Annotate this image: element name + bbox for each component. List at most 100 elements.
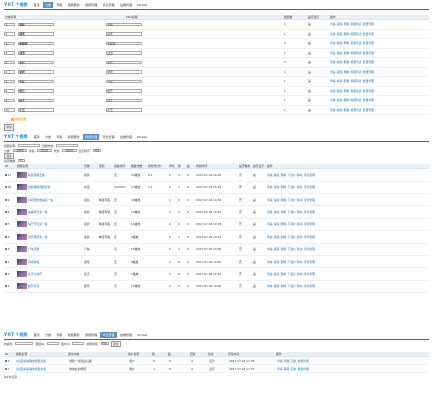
nav-tab[interactable]: 视频服务 xyxy=(66,332,82,337)
category-action-link[interactable]: 批量管理 xyxy=(363,41,374,45)
submit-button[interactable]: 提交 xyxy=(4,124,15,131)
video-action-link[interactable]: 移动 xyxy=(297,260,303,264)
category-title-input[interactable]: 音乐 xyxy=(106,60,142,64)
nav-tab[interactable]: 评论管理 xyxy=(100,332,117,338)
category-order-input[interactable]: 2 xyxy=(4,32,15,36)
video-action-link[interactable]: 查看 xyxy=(267,272,273,276)
user-id-input[interactable] xyxy=(72,341,85,346)
video-action-link[interactable]: 评论管理 xyxy=(304,247,315,251)
video-action-link[interactable]: 下载片 xyxy=(287,222,295,226)
video-action-link[interactable]: 删除 xyxy=(281,185,287,189)
nav-tab[interactable]: 后端管理 xyxy=(118,2,134,7)
video-action-link[interactable]: 移动 xyxy=(297,284,303,288)
category-order-input[interactable]: 10 xyxy=(4,108,15,112)
video-action-link[interactable]: 删除 xyxy=(281,272,287,276)
nav-tab[interactable]: 专辑 xyxy=(54,2,64,7)
category-name-input[interactable]: 音乐 xyxy=(18,60,54,64)
video-action-link[interactable]: 评论管理 xyxy=(304,284,315,288)
category-action-link[interactable]: 视频列表 xyxy=(350,32,361,36)
video-action-link[interactable]: 下载片 xyxy=(287,185,295,189)
add-category-link[interactable]: 添加分类 xyxy=(15,117,27,121)
content-input[interactable] xyxy=(15,341,34,346)
video-action-link[interactable]: 编辑 xyxy=(274,173,280,177)
nav-tab[interactable]: Mobile xyxy=(135,134,149,139)
category-title-input[interactable]: 汽车 xyxy=(106,79,142,83)
video-action-link[interactable]: 编辑 xyxy=(274,210,280,214)
video-action-link[interactable]: 移动 xyxy=(297,185,303,189)
video-action-link[interactable]: 编辑 xyxy=(274,198,280,202)
video-action-link[interactable]: 评论管理 xyxy=(304,222,315,226)
category-action-link[interactable]: 批量管理 xyxy=(363,98,374,102)
category-action-link[interactable]: 视频列表 xyxy=(350,70,361,74)
video-name-link[interactable]: 音乐现场第一集 xyxy=(28,235,48,239)
video-name-link[interactable]: 最美风景第一集 xyxy=(28,210,48,214)
category-action-link[interactable]: 视频列表 xyxy=(350,89,361,93)
category-title-input[interactable]: 影视剧 xyxy=(106,41,142,45)
video-action-link[interactable]: 下载片 xyxy=(287,235,295,239)
category-name-input[interactable]: 汽车 xyxy=(18,79,54,83)
video-action-link[interactable]: 编辑 xyxy=(274,235,280,239)
category-action-link[interactable]: 删除 xyxy=(344,32,350,36)
video-action-link[interactable]: 查看 xyxy=(267,185,273,189)
category-action-link[interactable]: 查看 xyxy=(330,108,336,112)
category-action-link[interactable]: 删除 xyxy=(344,60,350,64)
nav-tab[interactable]: Mobile xyxy=(135,332,149,337)
category-title-input[interactable]: 动漫 xyxy=(106,51,142,55)
category-action-link[interactable]: 删除 xyxy=(344,98,350,102)
video-action-link[interactable]: 评论管理 xyxy=(304,198,315,202)
video-action-link[interactable]: 查看 xyxy=(267,210,273,214)
category-action-link[interactable]: 删除 xyxy=(344,89,350,93)
category-title-input[interactable]: 综艺 xyxy=(106,98,142,102)
nav-tab[interactable]: 评论管理 xyxy=(100,2,116,7)
category-action-link[interactable]: 查看 xyxy=(330,79,336,83)
video-name-link[interactable]: 综艺节目第一集 xyxy=(28,222,48,226)
category-action-link[interactable]: 查看 xyxy=(330,89,336,93)
video-action-link[interactable]: 移动 xyxy=(297,210,303,214)
sort-select[interactable]: 时间 xyxy=(100,341,109,346)
video-name-link[interactable]: 加菲猫的视频合集 xyxy=(28,185,50,189)
video-action-link[interactable]: 删除 xyxy=(281,222,287,226)
video-action-link[interactable]: 移动 xyxy=(297,173,303,177)
category-name-input[interactable]: 搞笑 xyxy=(18,32,54,36)
video-action-link[interactable]: 删除 xyxy=(281,235,287,239)
video-action-link[interactable]: 删除 xyxy=(281,260,287,264)
video-action-link[interactable]: 查看 xyxy=(267,173,273,177)
video-action-link[interactable]: 删除 xyxy=(281,284,287,288)
category-action-link[interactable]: 删除 xyxy=(344,51,350,55)
comment-action-link[interactable]: 删除 xyxy=(284,359,290,363)
category-action-link[interactable]: 视频列表 xyxy=(350,98,361,102)
video-action-link[interactable]: 下载片 xyxy=(287,198,295,202)
category-action-link[interactable]: 编辑 xyxy=(337,32,343,36)
category-order-input[interactable]: 8 xyxy=(4,89,15,93)
video-action-link[interactable]: 移动 xyxy=(297,222,303,226)
category-order-input[interactable]: 6 xyxy=(4,70,15,74)
category-action-link[interactable]: 批量管理 xyxy=(363,108,374,112)
nav-tab[interactable]: Mobile xyxy=(135,2,149,7)
nav-tab[interactable]: 分类 xyxy=(43,134,53,139)
video-action-link[interactable]: 编辑 xyxy=(274,284,280,288)
comment-search-button[interactable]: 搜索 xyxy=(110,340,121,347)
video-action-link[interactable]: 删除 xyxy=(281,198,287,202)
category-action-link[interactable]: 批量管理 xyxy=(363,32,374,36)
comment-action-link[interactable]: 查看 xyxy=(277,367,283,371)
comment-video-link[interactable]: [动漫]加菲猫的视频合集 xyxy=(16,359,68,363)
nav-tab[interactable]: 评论管理 xyxy=(100,134,116,139)
category-name-input[interactable]: 影视剧 xyxy=(18,41,54,45)
type-select[interactable]: --请选择-- xyxy=(12,148,27,153)
video-name-link[interactable]: 新闻里的故事第一集 xyxy=(28,198,53,202)
video-action-link[interactable]: 下载片 xyxy=(287,173,295,177)
video-action-link[interactable]: 下载片 xyxy=(287,260,295,264)
category-name-input[interactable]: 娱乐 xyxy=(18,89,54,93)
category-action-link[interactable]: 查看 xyxy=(330,70,336,74)
video-action-link[interactable]: 评论管理 xyxy=(304,210,315,214)
category-action-link[interactable]: 编辑 xyxy=(337,89,343,93)
category-action-link[interactable]: 编辑 xyxy=(337,41,343,45)
video-action-link[interactable]: 编辑 xyxy=(274,185,280,189)
category-order-input[interactable]: 1 xyxy=(4,22,15,26)
category-action-link[interactable]: 查看 xyxy=(330,60,336,64)
nav-tab[interactable]: 视频服务 xyxy=(66,2,82,7)
video-action-link[interactable]: 编辑 xyxy=(274,260,280,264)
nav-tab[interactable]: 专辑 xyxy=(54,332,64,337)
comment-action-link[interactable]: 回复 xyxy=(291,359,297,363)
category-action-link[interactable]: 编辑 xyxy=(337,22,343,26)
